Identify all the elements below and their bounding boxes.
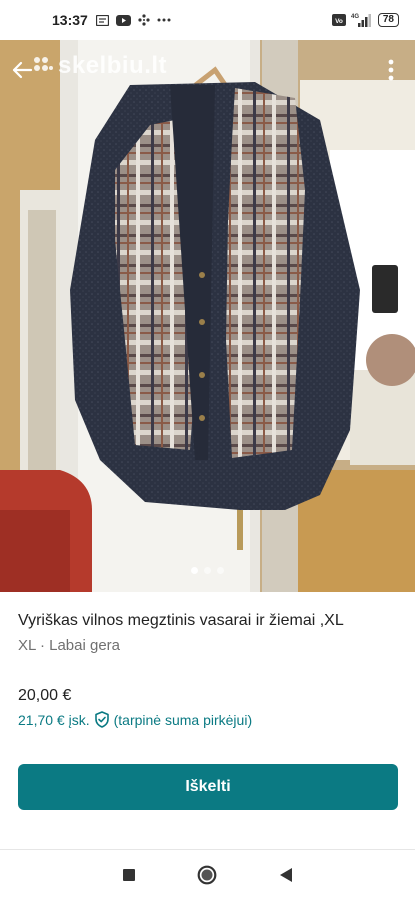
circle-home-icon — [198, 865, 217, 885]
listing-details: Vyriškas vilnos megztinis vasarai ir žie… — [0, 592, 415, 728]
shield-check-icon — [94, 711, 109, 728]
watermark: skelbiu.lt — [32, 52, 167, 80]
more-dots-icon — [157, 18, 171, 22]
message-icon — [95, 14, 109, 26]
status-icons-right: Vo 4G 78 — [331, 13, 399, 27]
watermark-text: skelbiu.lt — [58, 52, 168, 79]
listing-condition: XL · Labai gera — [18, 637, 121, 654]
home-button[interactable] — [189, 857, 225, 893]
pagination-dot[interactable] — [204, 567, 211, 574]
square-icon — [123, 869, 136, 881]
volte-icon: Vo — [331, 14, 346, 26]
buyer-total-price[interactable]: 21,70 € įsk. (tarpinė suma pirkėjui) — [18, 711, 397, 728]
youtube-icon — [115, 14, 131, 26]
arrow-left-icon — [12, 61, 33, 79]
total-price-note: (tarpinė suma pirkėjui) — [113, 711, 253, 728]
total-price-value: 21,70 € įsk. — [18, 711, 90, 728]
svg-text:Vo: Vo — [335, 18, 343, 25]
status-icons-left — [95, 14, 171, 26]
more-options-button[interactable] — [373, 52, 409, 88]
pagination-dot[interactable] — [217, 567, 224, 574]
listing-photo[interactable]: skelbiu.lt — [0, 40, 415, 592]
listing-title: Vyriškas vilnos megztinis vasarai ir žie… — [18, 612, 344, 629]
system-nav-bar — [0, 850, 415, 900]
status-bar: 13:37 Vo 4G 78 — [0, 0, 415, 40]
triangle-back-icon — [279, 868, 292, 882]
signal-icon: 4G — [351, 13, 373, 27]
pagination-dot-active[interactable] — [191, 567, 198, 574]
system-back-button[interactable] — [268, 857, 304, 893]
listing-price: 20,00 € — [18, 687, 72, 704]
status-time: 13:37 — [52, 12, 88, 28]
photo-pagination — [0, 567, 415, 574]
cardigan-photo-image — [0, 40, 415, 592]
grid-icon — [138, 14, 150, 26]
recents-button[interactable] — [111, 857, 147, 893]
network-label: 4G — [351, 14, 359, 20]
more-vertical-icon — [388, 59, 394, 81]
battery-icon: 78 — [377, 13, 399, 27]
promote-button[interactable]: Iškelti — [18, 764, 398, 810]
back-button[interactable] — [4, 52, 40, 88]
